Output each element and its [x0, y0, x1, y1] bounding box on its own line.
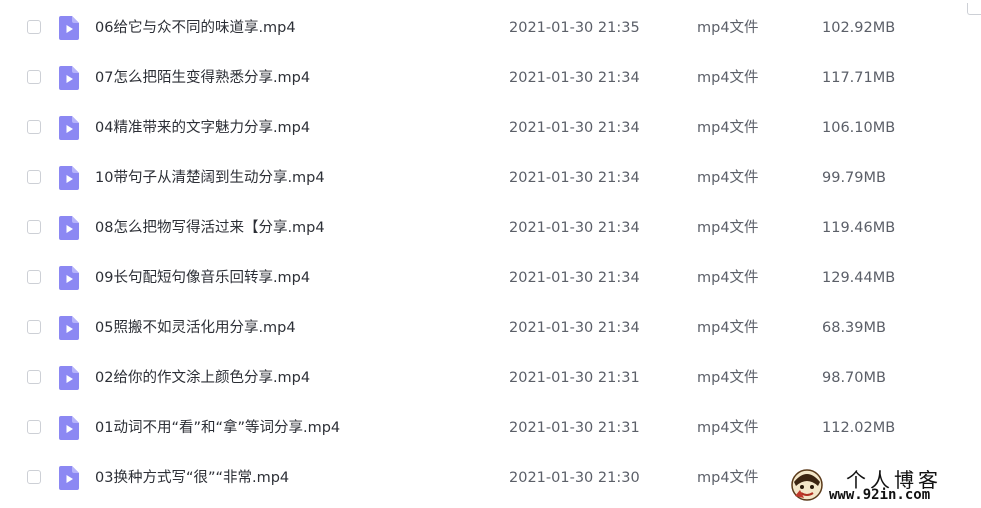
video-file-icon: [59, 266, 79, 290]
row-checkbox[interactable]: [27, 120, 41, 134]
file-date: 2021-01-30 21:34: [509, 220, 640, 236]
file-date: 2021-01-30 21:34: [509, 170, 640, 186]
file-row[interactable]: 09长句配短句像音乐回转享.mp4 2021-01-30 21:34 mp4文件 12…: [0, 253, 981, 303]
row-checkbox[interactable]: [27, 20, 41, 34]
file-date: 2021-01-30 21:31: [509, 370, 640, 386]
watermark: 个人博客 www.92in.com: [786, 462, 981, 508]
file-size: 98.70MB: [822, 370, 886, 386]
file-date: 2021-01-30 21:34: [509, 320, 640, 336]
file-row[interactable]: 05照搬不如灵活化用分享.mp4 2021-01-30 21:34 mp4文件 68.…: [0, 303, 981, 353]
file-date: 2021-01-30 21:34: [509, 70, 640, 86]
file-date: 2021-01-30 21:34: [509, 270, 640, 286]
file-name[interactable]: 04精准带来的文字魅力分享.mp4: [95, 118, 310, 138]
video-file-icon: [59, 166, 79, 190]
file-row[interactable]: 06给它与众不同的味道享.mp4 2021-01-30 21:35 mp4文件 102…: [0, 3, 981, 53]
file-type: mp4文件: [697, 120, 759, 136]
file-name[interactable]: 06给它与众不同的味道享.mp4: [95, 18, 296, 38]
video-file-icon: [59, 16, 79, 40]
file-date: 2021-01-30 21:34: [509, 120, 640, 136]
file-date: 2021-01-30 21:30: [509, 470, 640, 486]
file-type: mp4文件: [697, 420, 759, 436]
file-size: 102.92MB: [822, 20, 896, 36]
file-type: mp4文件: [697, 270, 759, 286]
file-name[interactable]: 01动词不用“看”和“拿”等词分享.mp4: [95, 418, 340, 438]
file-name[interactable]: 09长句配短句像音乐回转享.mp4: [95, 268, 310, 288]
file-type: mp4文件: [697, 370, 759, 386]
file-browser: 06给它与众不同的味道享.mp4 2021-01-30 21:35 mp4文件 102…: [0, 0, 981, 508]
file-row[interactable]: 08怎么把物写得活过来【分享.mp4 2021-01-30 21:34 mp4文件 1…: [0, 203, 981, 253]
video-file-icon: [59, 366, 79, 390]
file-type: mp4文件: [697, 20, 759, 36]
file-name[interactable]: 05照搬不如灵活化用分享.mp4: [95, 318, 296, 338]
file-size: 119.46MB: [822, 220, 896, 236]
video-file-icon: [59, 66, 79, 90]
row-checkbox[interactable]: [27, 320, 41, 334]
file-name[interactable]: 08怎么把物写得活过来【分享.mp4: [95, 218, 325, 238]
row-checkbox[interactable]: [27, 420, 41, 434]
row-checkbox[interactable]: [27, 220, 41, 234]
video-file-icon: [59, 216, 79, 240]
file-row[interactable]: 07怎么把陌生变得熟悉分享.mp4 2021-01-30 21:34 mp4文件 11…: [0, 53, 981, 103]
row-checkbox[interactable]: [27, 270, 41, 284]
watermark-url: www.92in.com: [829, 487, 931, 503]
watermark-logo-icon: [791, 469, 823, 501]
file-size: 68.39MB: [822, 320, 886, 336]
file-size: 117.71MB: [822, 70, 896, 86]
file-name[interactable]: 07怎么把陌生变得熟悉分享.mp4: [95, 68, 310, 88]
file-list: 06给它与众不同的味道享.mp4 2021-01-30 21:35 mp4文件 102…: [0, 3, 981, 503]
file-type: mp4文件: [697, 320, 759, 336]
file-date: 2021-01-30 21:35: [509, 20, 640, 36]
file-date: 2021-01-30 21:31: [509, 420, 640, 436]
video-file-icon: [59, 116, 79, 140]
file-size: 106.10MB: [822, 120, 896, 136]
row-checkbox[interactable]: [27, 370, 41, 384]
file-row[interactable]: 02给你的作文涂上颜色分享.mp4 2021-01-30 21:31 mp4文件 98…: [0, 353, 981, 403]
file-name[interactable]: 03换种方式写“很”“非常.mp4: [95, 468, 289, 488]
file-row[interactable]: 01动词不用“看”和“拿”等词分享.mp4 2021-01-30 21:31 mp4…: [0, 403, 981, 453]
file-size: 99.79MB: [822, 170, 886, 186]
video-file-icon: [59, 466, 79, 490]
file-type: mp4文件: [697, 70, 759, 86]
file-size: 112.02MB: [822, 420, 896, 436]
video-file-icon: [59, 416, 79, 440]
file-type: mp4文件: [697, 470, 759, 486]
file-type: mp4文件: [697, 170, 759, 186]
video-file-icon: [59, 316, 79, 340]
row-checkbox[interactable]: [27, 70, 41, 84]
file-row[interactable]: 04精准带来的文字魅力分享.mp4 2021-01-30 21:34 mp4文件 10…: [0, 103, 981, 153]
row-checkbox[interactable]: [27, 170, 41, 184]
file-name[interactable]: 02给你的作文涂上颜色分享.mp4: [95, 368, 310, 388]
file-name[interactable]: 10带句子从清楚阔到生动分享.mp4: [95, 168, 325, 188]
row-checkbox[interactable]: [27, 470, 41, 484]
file-row[interactable]: 10带句子从清楚阔到生动分享.mp4 2021-01-30 21:34 mp4文件 9…: [0, 153, 981, 203]
file-size: 129.44MB: [822, 270, 896, 286]
file-type: mp4文件: [697, 220, 759, 236]
